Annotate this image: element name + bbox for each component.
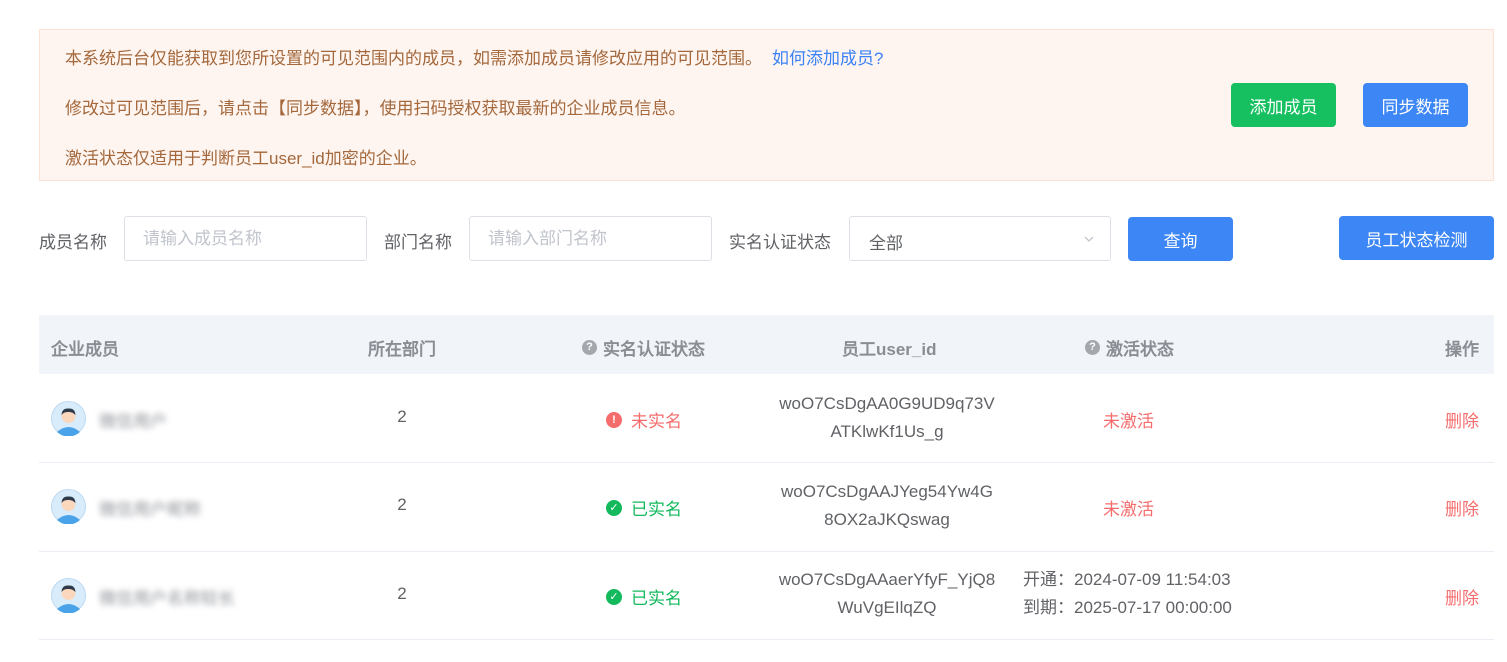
- activation-status: 未激活: [1103, 500, 1154, 519]
- user-id-line: woO7CsDgAA0G9UD9q73V: [779, 394, 995, 413]
- activation-dates: 开通：2024-07-09 11:54:03 到期：2025-07-17 00:…: [1023, 566, 1232, 622]
- avatar-icon: [51, 578, 86, 613]
- header-member: 企业成员: [51, 340, 119, 359]
- question-icon[interactable]: ?: [582, 340, 597, 355]
- user-id-line: WuVgEIlqZQ: [837, 598, 937, 617]
- member-name-input[interactable]: [124, 216, 367, 261]
- member-name: 微信用户: [99, 412, 167, 431]
- verify-status: ✓ 已实名: [606, 584, 682, 609]
- table-header: 企业成员 所在部门 ? 实名认证状态 员工user_id ? 激活状态 操作: [39, 315, 1494, 374]
- user-id-line: woO7CsDgAAaerYfyF_YjQ8: [778, 570, 996, 589]
- delete-button[interactable]: 删除: [1445, 407, 1479, 432]
- dept-name-input[interactable]: [469, 216, 712, 261]
- verify-status-text: 已实名: [631, 589, 682, 608]
- header-activation-label: 激活状态: [1106, 340, 1174, 359]
- check-circle-icon: ✓: [606, 499, 622, 516]
- user-id-line: 8OX2aJKQswag: [824, 510, 950, 529]
- member-department: 2: [397, 584, 407, 603]
- warning-icon: !: [606, 411, 622, 428]
- member-name: 微信用户名称较长: [99, 589, 235, 608]
- verify-status: ! 未实名: [606, 407, 682, 432]
- delete-button[interactable]: 删除: [1445, 584, 1479, 609]
- table-row: 微信用户名称较长 2 ✓ 已实名 woO7CsDgAAaerYfyF_YjQ8 W…: [39, 552, 1494, 640]
- verify-status-select[interactable]: 全部: [849, 216, 1111, 261]
- notice-panel: 本系统后台仅能获取到您所设置的可见范围内的成员，如需添加成员请修改应用的可见范围…: [39, 29, 1494, 181]
- notice-text-2: 修改过可见范围后，请点击【同步数据】，使用扫码授权获取最新的企业成员信息。: [65, 99, 686, 118]
- check-circle-icon: ✓: [606, 588, 622, 605]
- member-department: 2: [397, 407, 407, 426]
- add-member-button[interactable]: 添加成员: [1231, 83, 1336, 127]
- table-row: 微信用户昵称 2 ✓ 已实名 woO7CsDgAAJYeg54Yw4G 8OX2a…: [39, 463, 1494, 552]
- how-to-add-member-link[interactable]: 如何添加成员?: [772, 49, 883, 68]
- activation-status: 未激活: [1103, 412, 1154, 431]
- header-activation: ? 激活状态: [1085, 335, 1174, 360]
- dept-name-label: 部门名称: [384, 233, 452, 252]
- verify-status: ✓ 已实名: [606, 495, 682, 520]
- sync-data-button[interactable]: 同步数据: [1363, 83, 1468, 127]
- header-operation: 操作: [1445, 340, 1479, 359]
- user-id-line: woO7CsDgAAJYeg54Yw4G: [781, 482, 993, 501]
- verify-status-label: 实名认证状态: [729, 233, 831, 252]
- table-row: 微信用户 2 ! 未实名 woO7CsDgAA0G9UD9q73V ATKlwKf…: [39, 374, 1494, 463]
- header-verify-status: ? 实名认证状态: [582, 335, 705, 360]
- verify-status-value: 全部: [869, 234, 903, 253]
- avatar-icon: [51, 401, 86, 436]
- avatar-icon: [51, 489, 86, 524]
- user-id-line: ATKlwKf1Us_g: [830, 422, 944, 441]
- header-verify-status-label: 实名认证状态: [603, 340, 705, 359]
- verify-status-text: 未实名: [631, 412, 682, 431]
- user-id: woO7CsDgAAaerYfyF_YjQ8 WuVgEIlqZQ: [767, 566, 1007, 622]
- employee-status-check-button[interactable]: 员工状态检测: [1339, 216, 1494, 260]
- user-id: woO7CsDgAA0G9UD9q73V ATKlwKf1Us_g: [767, 390, 1007, 446]
- activation-expire-date: 到期：2025-07-17 00:00:00: [1023, 598, 1232, 617]
- header-user-id: 员工user_id: [842, 340, 937, 359]
- user-id: woO7CsDgAAJYeg54Yw4G 8OX2aJKQswag: [767, 478, 1007, 534]
- delete-button[interactable]: 删除: [1445, 495, 1479, 520]
- header-department: 所在部门: [368, 340, 436, 359]
- query-button[interactable]: 查询: [1128, 217, 1233, 261]
- notice-line-visibility: 本系统后台仅能获取到您所设置的可见范围内的成员，如需添加成员请修改应用的可见范围…: [65, 44, 883, 69]
- question-icon[interactable]: ?: [1085, 340, 1100, 355]
- member-name: 微信用户昵称: [99, 500, 201, 519]
- member-name-label: 成员名称: [39, 233, 107, 252]
- verify-status-text: 已实名: [631, 500, 682, 519]
- activation-open-date: 开通：2024-07-09 11:54:03: [1023, 570, 1231, 589]
- notice-text-1: 本系统后台仅能获取到您所设置的可见范围内的成员，如需添加成员请修改应用的可见范围…: [65, 49, 762, 68]
- chevron-down-icon: [1084, 236, 1094, 242]
- member-department: 2: [397, 495, 407, 514]
- notice-text-3: 激活状态仅适用于判断员工user_id加密的企业。: [65, 149, 427, 168]
